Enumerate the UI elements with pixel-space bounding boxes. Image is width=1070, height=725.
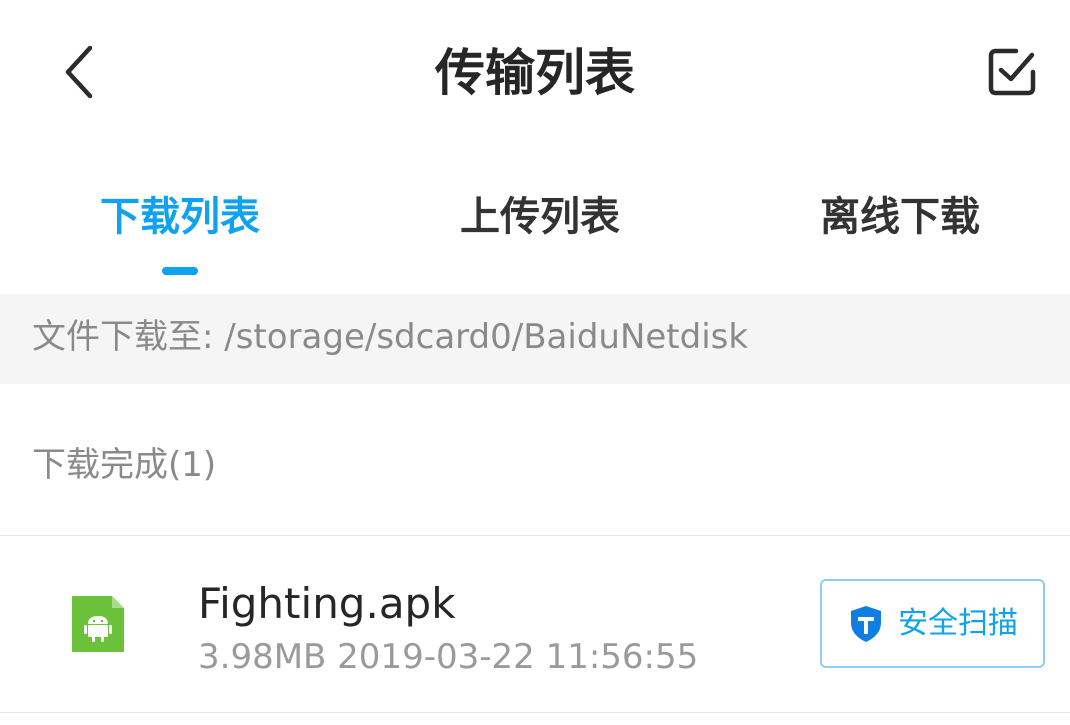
download-path-text: 文件下载至: /storage/sdcard0/BaiduNetdisk xyxy=(32,317,749,357)
android-file-icon xyxy=(72,596,124,652)
tab-upload-list[interactable]: 上传列表 xyxy=(360,175,720,295)
top-bar: 传输列表 xyxy=(0,0,1070,145)
tab-offline-download[interactable]: 离线下载 xyxy=(720,175,1070,295)
section-title-completed: 下载完成(1) xyxy=(32,445,217,485)
security-scan-button[interactable]: 安全扫描 xyxy=(820,579,1045,668)
divider xyxy=(0,712,1070,713)
file-meta: 3.98MB 2019-03-22 11:56:55 xyxy=(198,637,699,677)
tab-bar: 下载列表 上传列表 离线下载 xyxy=(0,175,1070,295)
tab-label: 下载列表 xyxy=(100,194,260,240)
download-path-bar[interactable]: 文件下载至: /storage/sdcard0/BaiduNetdisk xyxy=(0,294,1070,384)
file-name: Fighting.apk xyxy=(198,579,456,628)
active-tab-indicator xyxy=(162,267,198,275)
list-item[interactable]: Fighting.apk 3.98MB 2019-03-22 11:56:55 … xyxy=(0,536,1070,712)
checkbox-icon xyxy=(988,48,1036,96)
tab-label: 上传列表 xyxy=(460,194,620,240)
page-title: 传输列表 xyxy=(435,44,635,102)
tab-label: 离线下载 xyxy=(820,194,980,240)
select-mode-button[interactable] xyxy=(980,40,1044,104)
tab-download-list[interactable]: 下载列表 xyxy=(0,175,360,295)
shield-icon xyxy=(851,606,881,642)
security-scan-label: 安全扫描 xyxy=(898,606,1018,641)
